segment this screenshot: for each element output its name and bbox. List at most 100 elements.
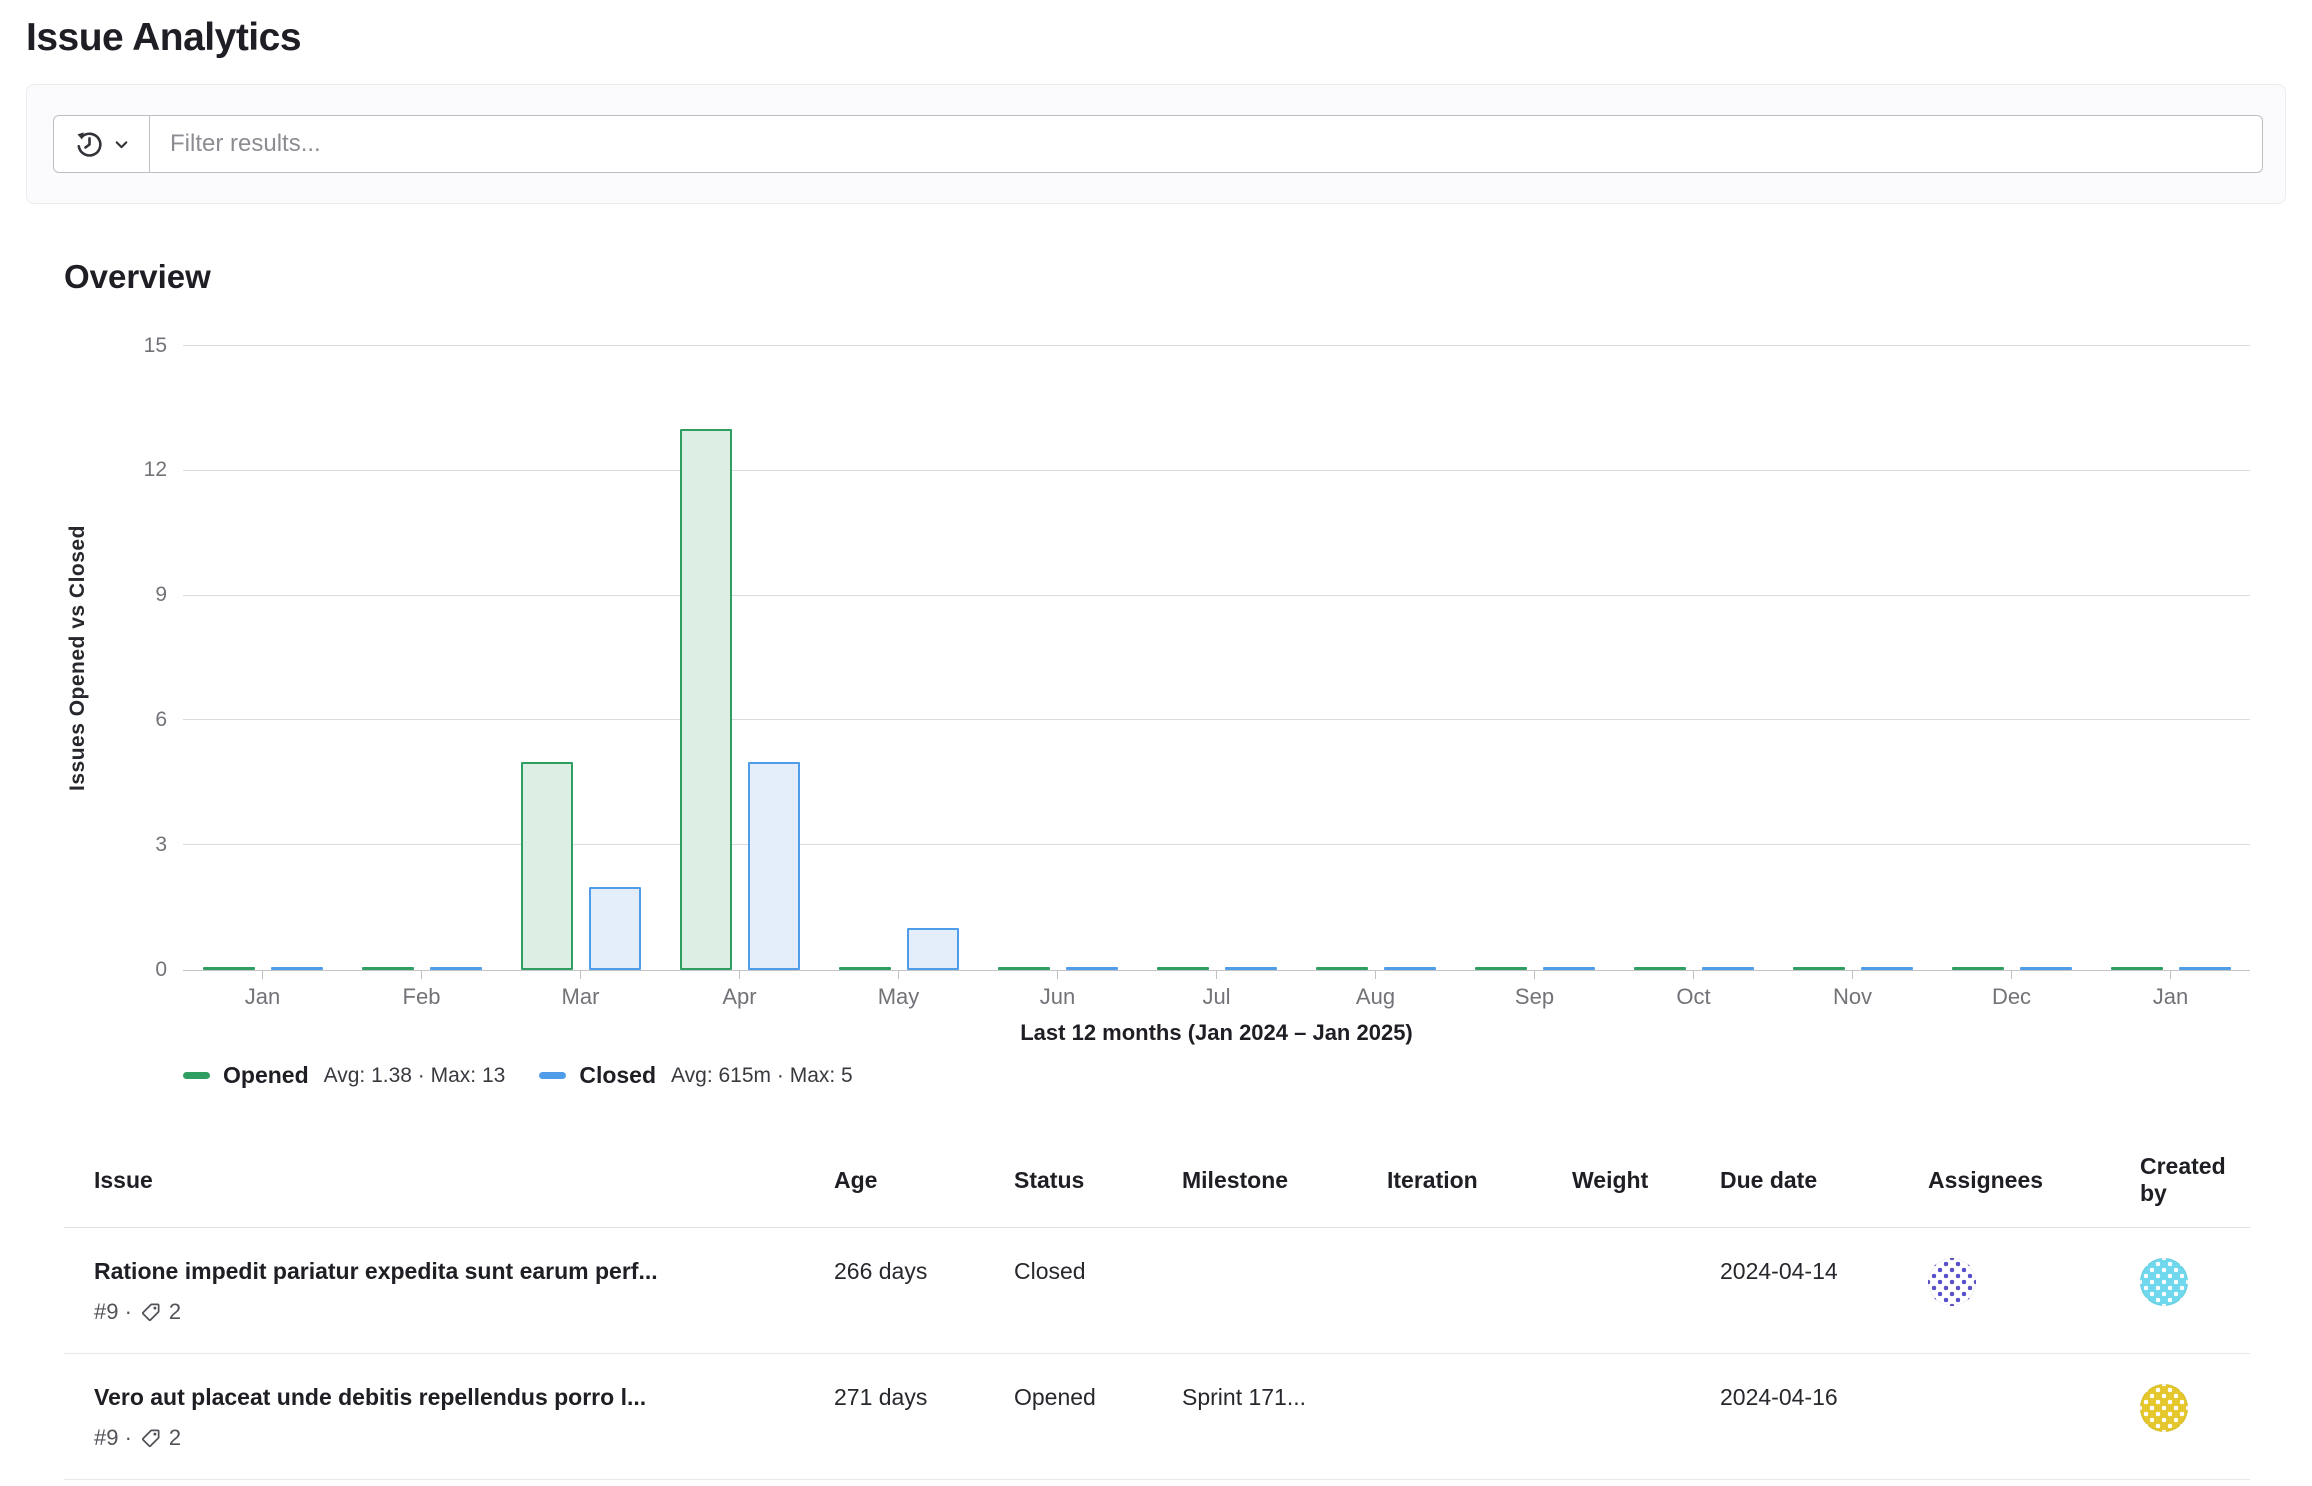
month-slot-sep-8 <box>1455 346 1614 970</box>
closed-bar-sep-8[interactable] <box>1543 967 1595 970</box>
milestone-cell <box>1152 1228 1357 1354</box>
iteration-cell <box>1357 1354 1542 1480</box>
assignees-cell <box>1898 1228 2110 1354</box>
closed-bar-jun-5[interactable] <box>1066 967 1118 970</box>
column-header-issue: Issue <box>64 1127 804 1228</box>
x-tick-mark <box>1852 971 1853 979</box>
legend-swatch-icon <box>539 1072 566 1079</box>
column-header-weight: Weight <box>1542 1127 1690 1228</box>
x-tick-label: Nov <box>1773 984 1932 1010</box>
x-tick-mark <box>739 971 740 979</box>
issue-reference: #9 · <box>94 1299 132 1325</box>
page-title: Issue Analytics <box>26 16 2312 60</box>
month-slot-aug-7 <box>1296 346 1455 970</box>
x-axis-cell-aug-7: Aug <box>1296 971 1455 1010</box>
filter-bar <box>26 84 2286 204</box>
x-axis-cell-oct-9: Oct <box>1614 971 1773 1010</box>
x-tick-label: Jul <box>1137 984 1296 1010</box>
legend-series-name: Opened <box>223 1062 309 1089</box>
opened-bar-nov-10[interactable] <box>1793 967 1845 970</box>
iteration-cell <box>1357 1228 1542 1354</box>
issue-title-link[interactable]: Vero aut placeat unde debitis repellendu… <box>94 1384 788 1411</box>
x-axis-cell-jan-12: Jan <box>2091 971 2250 1010</box>
closed-bar-jan-12[interactable] <box>2179 967 2231 970</box>
x-tick-label: Feb <box>342 984 501 1010</box>
label-count: 2 <box>169 1425 181 1451</box>
closed-bar-oct-9[interactable] <box>1702 967 1754 970</box>
closed-bar-may-4[interactable] <box>907 928 959 970</box>
month-slot-jun-5 <box>978 346 1137 970</box>
opened-bar-sep-8[interactable] <box>1475 967 1527 970</box>
closed-bar-dec-11[interactable] <box>2020 967 2072 970</box>
x-axis-cell-jan-0: Jan <box>183 971 342 1010</box>
opened-bar-dec-11[interactable] <box>1952 967 2004 970</box>
chart-plot[interactable]: 03691215 <box>183 346 2250 971</box>
x-axis-cell-sep-8: Sep <box>1455 971 1614 1010</box>
table-row: Ratione impedit pariatur expedita sunt e… <box>64 1228 2250 1354</box>
x-axis-cell-apr-3: Apr <box>660 971 819 1010</box>
opened-bar-oct-9[interactable] <box>1634 967 1686 970</box>
x-tick-mark <box>1534 971 1535 979</box>
x-axis-cell-nov-10: Nov <box>1773 971 1932 1010</box>
column-header-milestone: Milestone <box>1152 1127 1357 1228</box>
chevron-down-icon <box>113 136 130 153</box>
opened-bar-jan-0[interactable] <box>203 967 255 970</box>
x-tick-label: Jan <box>2091 984 2250 1010</box>
column-header-status: Status <box>984 1127 1152 1228</box>
weight-cell <box>1542 1228 1690 1354</box>
closed-bar-feb-1[interactable] <box>430 967 482 970</box>
month-slot-nov-10 <box>1773 346 1932 970</box>
legend-item-opened[interactable]: OpenedAvg: 1.38 · Max: 13 <box>183 1062 505 1089</box>
filter-input[interactable] <box>149 115 2263 173</box>
closed-bar-jul-6[interactable] <box>1225 967 1277 970</box>
legend-item-closed[interactable]: ClosedAvg: 615m · Max: 5 <box>539 1062 852 1089</box>
month-slot-mar-2 <box>501 346 660 970</box>
assignee-avatar[interactable] <box>1928 1258 1976 1306</box>
x-tick-label: May <box>819 984 978 1010</box>
x-tick-mark <box>2011 971 2012 979</box>
month-slot-jul-6 <box>1137 346 1296 970</box>
opened-bar-jul-6[interactable] <box>1157 967 1209 970</box>
created-by-cell <box>2110 1354 2250 1480</box>
month-slot-feb-1 <box>342 346 501 970</box>
x-tick-mark <box>1216 971 1217 979</box>
closed-bar-apr-3[interactable] <box>748 762 800 970</box>
y-tick-label: 12 <box>144 458 167 482</box>
milestone-cell: Sprint 171... <box>1152 1354 1357 1480</box>
month-slot-apr-3 <box>660 346 819 970</box>
closed-bar-mar-2[interactable] <box>589 887 641 970</box>
x-axis-labels: JanFebMarAprMayJunJulAugSepOctNovDecJan <box>183 971 2250 1010</box>
filter-history-button[interactable] <box>53 115 149 173</box>
y-tick-label: 15 <box>144 334 167 358</box>
closed-bar-nov-10[interactable] <box>1861 967 1913 970</box>
column-header-iteration: Iteration <box>1357 1127 1542 1228</box>
issues-chart: Issues Opened vs Closed 03691215 JanFebM… <box>64 346 2250 1089</box>
closed-bar-aug-7[interactable] <box>1384 967 1436 970</box>
x-axis-cell-feb-1: Feb <box>342 971 501 1010</box>
history-icon <box>74 129 105 160</box>
issues-table: IssueAgeStatusMilestoneIterationWeightDu… <box>64 1127 2250 1480</box>
opened-bar-mar-2[interactable] <box>521 762 573 970</box>
created-by-avatar[interactable] <box>2140 1258 2188 1306</box>
opened-bar-apr-3[interactable] <box>680 429 732 970</box>
opened-bar-jan-12[interactable] <box>2111 967 2163 970</box>
x-tick-mark <box>898 971 899 979</box>
x-axis-cell-jul-6: Jul <box>1137 971 1296 1010</box>
status-cell: Opened <box>984 1354 1152 1480</box>
issue-title-link[interactable]: Ratione impedit pariatur expedita sunt e… <box>94 1258 788 1285</box>
issue-cell: Ratione impedit pariatur expedita sunt e… <box>64 1228 804 1354</box>
due-date-cell: 2024-04-16 <box>1690 1354 1898 1480</box>
opened-bar-jun-5[interactable] <box>998 967 1050 970</box>
opened-bar-aug-7[interactable] <box>1316 967 1368 970</box>
month-slot-jan-12 <box>2091 346 2250 970</box>
y-tick-label: 3 <box>155 833 167 857</box>
created-by-cell <box>2110 1228 2250 1354</box>
column-header-assignees: Assignees <box>1898 1127 2110 1228</box>
closed-bar-jan-0[interactable] <box>271 967 323 970</box>
created-by-avatar[interactable] <box>2140 1384 2188 1432</box>
age-cell: 266 days <box>804 1228 984 1354</box>
x-axis-cell-may-4: May <box>819 971 978 1010</box>
y-axis-title: Issues Opened vs Closed <box>66 346 90 970</box>
opened-bar-may-4[interactable] <box>839 967 891 970</box>
opened-bar-feb-1[interactable] <box>362 967 414 970</box>
